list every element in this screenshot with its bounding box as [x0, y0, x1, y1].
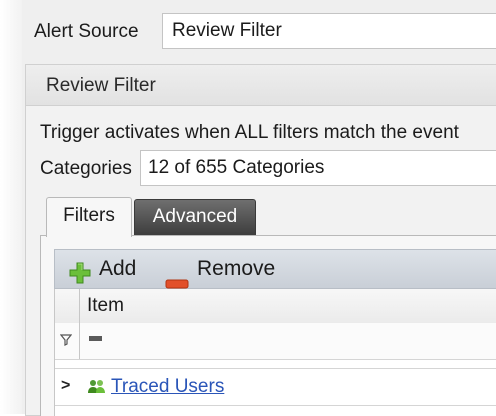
- filter-operator[interactable]: [89, 336, 102, 341]
- review-filter-panel: Review Filter Trigger activates when ALL…: [25, 64, 496, 416]
- categories-field[interactable]: 12 of 655 Categories: [140, 150, 496, 186]
- left-edge-panel: [0, 0, 23, 414]
- traced-users-link[interactable]: Traced Users: [111, 376, 224, 398]
- trigger-description: Trigger activates when ALL filters match…: [40, 122, 459, 143]
- tab-filters[interactable]: Filters: [46, 197, 132, 237]
- alert-source-dialog: Alert Source Review Filter Review Filter…: [22, 0, 496, 416]
- grid-spacer: [55, 360, 496, 369]
- add-label: Add: [99, 257, 137, 280]
- filters-tab-content: Add Remove Item > Traced Users: [40, 235, 496, 416]
- panel-header: Review Filter: [26, 65, 496, 106]
- expand-chevron-icon[interactable]: >: [61, 377, 70, 395]
- tab-advanced[interactable]: Advanced: [134, 199, 256, 235]
- column-separator: [79, 289, 80, 323]
- table-row[interactable]: > Traced Users: [55, 369, 496, 406]
- filter-grid: Item > Traced Users: [54, 289, 496, 416]
- filter-icon: [59, 333, 73, 351]
- categories-label: Categories: [40, 158, 132, 179]
- panel-title: Review Filter: [46, 75, 156, 96]
- alert-source-field[interactable]: Review Filter: [162, 13, 496, 49]
- column-header-item[interactable]: Item: [87, 295, 124, 317]
- remove-label: Remove: [197, 257, 276, 280]
- user-group-icon: [87, 379, 107, 400]
- column-separator: [79, 323, 80, 359]
- alert-source-label: Alert Source: [34, 21, 139, 42]
- filter-toolbar: Add Remove: [54, 249, 496, 289]
- grid-header: Item: [55, 289, 496, 324]
- grid-filter-row: [55, 323, 496, 360]
